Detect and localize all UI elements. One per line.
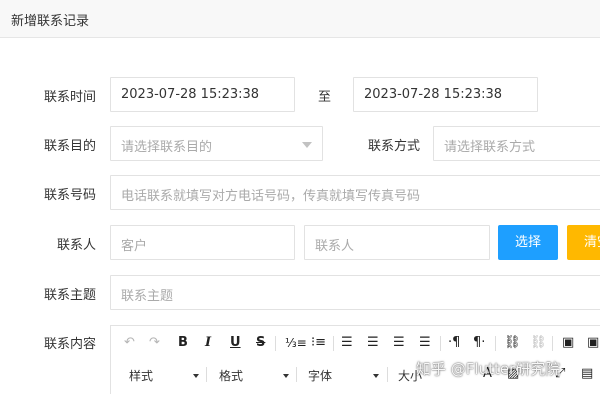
contact-number-placeholder: 电话联系就填写对方电话号码，传真就填写传真号码	[121, 189, 421, 204]
toolbar-divider	[296, 367, 297, 382]
select-button[interactable]: 选择	[498, 225, 558, 260]
contact-time-label: 联系时间	[43, 90, 96, 105]
toolbar-divider	[552, 336, 553, 351]
watermark: 知乎 @Flutter研究院	[416, 360, 561, 378]
contact-number-label: 联系号码	[43, 188, 96, 203]
contact-person-placeholder: 联系人	[315, 239, 355, 254]
contact-person-input[interactable]: 联系人	[304, 225, 490, 260]
align-left-icon[interactable]: ☰	[341, 335, 353, 351]
underline-icon[interactable]: U	[230, 335, 241, 351]
font-dropdown[interactable]: 字体	[308, 367, 332, 384]
toolbar-divider	[206, 367, 207, 382]
contact-content-label: 联系内容	[43, 337, 96, 352]
dialog-title: 新增联系记录	[11, 14, 90, 29]
chevron-down-icon	[193, 374, 199, 378]
redo-icon[interactable]: ↷	[149, 335, 160, 351]
format-dropdown[interactable]: 格式	[219, 367, 243, 384]
unlink-icon[interactable]: ⛓	[530, 335, 547, 351]
contact-time-start-input[interactable]: 2023-07-28 15:23:38	[110, 77, 295, 112]
contact-subject-placeholder: 联系主题	[121, 289, 174, 304]
contact-number-input[interactable]: 电话联系就填写对方电话号码，传真就填写传真号码	[110, 175, 600, 210]
contact-method-select[interactable]: 请选择联系方式	[433, 126, 600, 161]
contact-time-start-value: 2023-07-28 15:23:38	[121, 87, 260, 102]
time-range-separator: 至	[318, 90, 332, 105]
link-icon[interactable]: ⛓	[504, 335, 521, 351]
rtl-icon[interactable]: ¶·	[473, 335, 485, 351]
clear-button[interactable]: 清空	[567, 225, 600, 260]
contact-method-label: 联系方式	[367, 139, 420, 154]
customer-input[interactable]: 客户	[110, 225, 295, 260]
style-dropdown[interactable]: 样式	[129, 367, 153, 384]
customer-placeholder: 客户	[121, 239, 148, 254]
toolbar-divider	[275, 336, 276, 351]
align-right-icon[interactable]: ☰	[393, 335, 405, 351]
toolbar-divider	[333, 336, 334, 351]
toolbar-divider	[495, 336, 496, 351]
contact-person-label: 联系人	[56, 238, 96, 253]
contact-subject-input[interactable]: 联系主题	[110, 275, 600, 310]
editor-toolbar: ↶ ↷ B I U S ⅓≡ ⁝≡ ☰ ☰ ☰ ☰ ·¶ ¶· ⛓ ⛓ ▣ ▣	[111, 326, 600, 360]
contact-time-end-input[interactable]: 2023-07-28 15:23:38	[353, 77, 538, 112]
contact-purpose-placeholder: 请选择联系目的	[121, 140, 213, 155]
strikethrough-icon[interactable]: S	[256, 335, 265, 351]
align-center-icon[interactable]: ☰	[367, 335, 379, 351]
image-gallery-icon[interactable]: ▣	[587, 335, 599, 351]
toolbar-divider	[440, 336, 441, 351]
contact-method-placeholder: 请选择联系方式	[444, 140, 536, 155]
source-icon[interactable]: ▤	[581, 366, 593, 382]
bullet-list-icon[interactable]: ⁝≡	[311, 335, 326, 351]
ltr-icon[interactable]: ·¶	[448, 335, 460, 351]
contact-purpose-select[interactable]: 请选择联系目的	[110, 126, 323, 161]
align-justify-icon[interactable]: ☰	[419, 335, 431, 351]
chevron-down-icon	[283, 374, 289, 378]
chevron-down-icon	[302, 142, 312, 148]
image-icon[interactable]: ▣	[562, 335, 574, 351]
contact-subject-label: 联系主题	[43, 288, 96, 303]
contact-purpose-label: 联系目的	[43, 139, 96, 154]
ordered-list-icon[interactable]: ⅓≡	[285, 335, 307, 351]
undo-icon[interactable]: ↶	[124, 335, 135, 351]
toolbar-divider	[387, 367, 388, 382]
contact-time-end-value: 2023-07-28 15:23:38	[364, 87, 503, 102]
bold-icon[interactable]: B	[178, 335, 188, 351]
dialog-header: 新增联系记录	[0, 0, 600, 38]
chevron-down-icon	[373, 374, 379, 378]
italic-icon[interactable]: I	[205, 335, 211, 351]
